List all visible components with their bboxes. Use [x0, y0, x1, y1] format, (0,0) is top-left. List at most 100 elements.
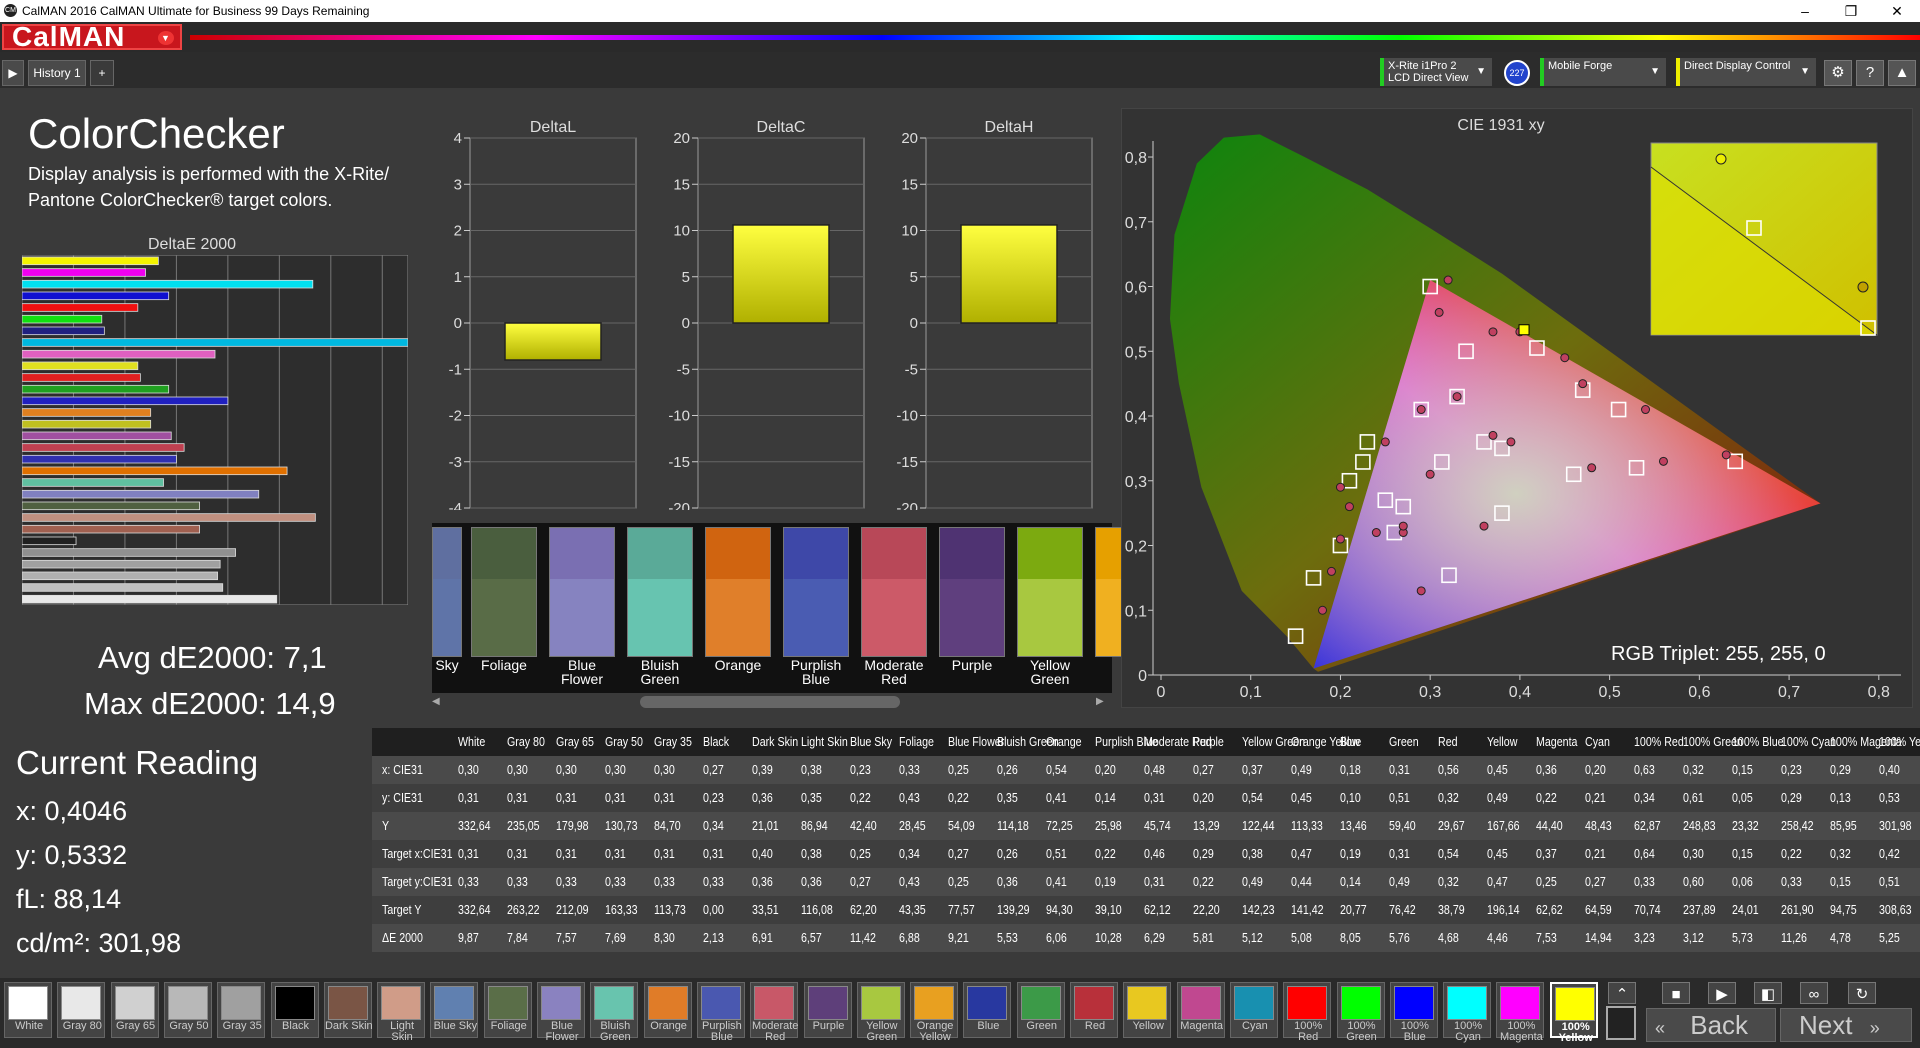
- bottom-swatch-button[interactable]: Yellow: [1123, 982, 1172, 1038]
- bottom-swatch-button[interactable]: Bluish Green: [590, 982, 639, 1043]
- deltal-chart: DeltaL 4 3 2 1 0 -1 -2 -3 -4: [449, 120, 637, 510]
- bottom-swatch-button[interactable]: Purple: [803, 982, 852, 1038]
- bottom-swatch-button[interactable]: Moderate Red: [750, 982, 798, 1043]
- table-cell: 43,35: [899, 902, 926, 917]
- table-cell: 263,22: [507, 902, 540, 917]
- gear-icon[interactable]: ⚙: [1824, 60, 1852, 86]
- help-icon[interactable]: ?: [1856, 60, 1884, 86]
- stop-icon[interactable]: ■: [1662, 982, 1690, 1004]
- bottom-swatch-button[interactable]: Magenta: [1176, 982, 1225, 1038]
- swatch[interactable]: [705, 527, 771, 657]
- bottom-swatch-button[interactable]: 100% Magenta: [1496, 982, 1545, 1043]
- table-cell: 22,20: [1193, 902, 1220, 917]
- back-button[interactable]: « Back: [1646, 1008, 1776, 1042]
- bar: [22, 326, 105, 336]
- bottom-swatch-button[interactable]: Cyan: [1229, 982, 1278, 1038]
- table-cell: 5,76: [1389, 930, 1410, 945]
- bottom-swatch-button[interactable]: Gray 80: [57, 982, 106, 1038]
- reading-fl: fL: 88,14: [16, 884, 122, 914]
- mini-chart-title: DeltaH: [985, 120, 1034, 136]
- bottom-swatch-button[interactable]: Orange: [643, 982, 692, 1038]
- tab-history-1[interactable]: History 1: [28, 60, 86, 86]
- table-cell: 0,47: [1291, 846, 1312, 861]
- bottom-swatch-button[interactable]: Black: [270, 982, 319, 1038]
- table-cell: 0,18: [1340, 762, 1361, 777]
- swatch[interactable]: [549, 527, 615, 657]
- meter-selector[interactable]: X-Rite i1Pro 2 LCD Direct View ▼: [1380, 58, 1492, 86]
- swatch[interactable]: [783, 527, 849, 657]
- table-cell: 0,48: [1144, 762, 1165, 777]
- scroll-left-icon[interactable]: ◀: [432, 696, 446, 708]
- close-button[interactable]: ✕: [1874, 0, 1920, 22]
- bottom-swatch-button[interactable]: 100% Red: [1283, 982, 1332, 1043]
- source-selector[interactable]: Mobile Forge ▼: [1540, 58, 1666, 86]
- swatch-color: [1180, 986, 1221, 1020]
- meter-badge[interactable]: 227: [1504, 60, 1530, 86]
- bottom-swatch-button[interactable]: Purplish Blue: [696, 982, 745, 1043]
- y-tick-label: 0: [1138, 668, 1147, 685]
- bottom-swatch-button[interactable]: Blue Flower: [537, 982, 585, 1043]
- collapse-icon[interactable]: ▲: [1888, 60, 1916, 86]
- table-cell: 0,35: [997, 790, 1018, 805]
- swatch[interactable]: [432, 527, 462, 657]
- scroll-thumb[interactable]: [640, 696, 900, 708]
- bottom-swatch-button[interactable]: Yellow Green: [856, 982, 905, 1043]
- table-cell: 0,38: [801, 846, 822, 861]
- scroll-right-icon[interactable]: ▶: [1096, 696, 1110, 708]
- brand-menu-button[interactable]: CalMAN ▼: [2, 23, 182, 51]
- stop-measure-button[interactable]: [1606, 1006, 1636, 1040]
- swatch[interactable]: [627, 527, 693, 657]
- bottom-swatch-button[interactable]: 100% Cyan: [1443, 982, 1492, 1043]
- swatch-label: Gray 50: [169, 1020, 209, 1032]
- bottom-swatch-button[interactable]: Orange Yellow: [910, 982, 959, 1043]
- table-cell: 179,98: [556, 818, 589, 833]
- column-header: Red: [1438, 734, 1458, 749]
- swatch-color: [807, 986, 848, 1020]
- swatch-label: Bluish Green: [640, 657, 680, 687]
- table-cell: 0,34: [1634, 790, 1655, 805]
- table-cell: 0,19: [1095, 874, 1116, 889]
- bottom-swatch-button[interactable]: Red: [1070, 982, 1118, 1038]
- bottom-swatch-button[interactable]: Blue: [963, 982, 1012, 1038]
- table-cell: 0,39: [752, 762, 773, 777]
- bottom-swatch-button[interactable]: 100% Green: [1336, 982, 1385, 1043]
- save-icon[interactable]: ◧: [1754, 982, 1782, 1004]
- x-tick-label: 0,4: [1509, 684, 1531, 701]
- bottom-swatch-button[interactable]: Gray 35: [217, 982, 266, 1038]
- bottom-swatch-button[interactable]: Gray 65: [110, 982, 159, 1038]
- next-button[interactable]: Next »: [1780, 1008, 1912, 1042]
- play-icon[interactable]: ▶: [1708, 982, 1736, 1004]
- table-cell: 0,35: [801, 790, 822, 805]
- scroll-up-icon[interactable]: ⌃: [1608, 982, 1636, 1004]
- bottom-swatch-button[interactable]: Light Skin: [377, 982, 426, 1043]
- swatch[interactable]: [1017, 527, 1083, 657]
- swatch-scrollbar[interactable]: ◀ ▶: [432, 693, 1112, 711]
- add-tab-button[interactable]: +: [90, 60, 114, 86]
- bottom-swatch-button[interactable]: 100% Yellow: [1549, 982, 1598, 1044]
- bottom-swatch-button[interactable]: Foliage: [483, 982, 532, 1038]
- play-icon[interactable]: ▶: [2, 60, 24, 86]
- bar: [22, 548, 236, 557]
- table-cell: 0,29: [1830, 762, 1851, 777]
- display-selector[interactable]: Direct Display Control ▼: [1676, 58, 1816, 86]
- swatch[interactable]: [471, 527, 537, 657]
- minimize-button[interactable]: –: [1782, 0, 1828, 22]
- bottom-swatch-button[interactable]: Blue Sky: [430, 982, 479, 1038]
- table-cell: 139,29: [997, 902, 1030, 917]
- bottom-swatch-button[interactable]: Green: [1016, 982, 1065, 1038]
- bottom-swatch-button[interactable]: 100% Blue: [1389, 982, 1438, 1043]
- table-cell: 0,60: [1683, 874, 1704, 889]
- y-tick-label: -4: [449, 500, 462, 510]
- bottom-swatch-button[interactable]: Gray 50: [163, 982, 212, 1038]
- bottom-swatch-button[interactable]: White: [4, 982, 52, 1038]
- table-cell: 33,51: [752, 902, 779, 917]
- swatch[interactable]: [939, 527, 1005, 657]
- table-cell: 0,34: [899, 846, 920, 861]
- loop-icon[interactable]: ∞: [1800, 982, 1828, 1004]
- maximize-button[interactable]: ❐: [1828, 0, 1874, 22]
- swatch[interactable]: [861, 527, 927, 657]
- table-cell: 62,20: [850, 902, 877, 917]
- refresh-icon[interactable]: ↻: [1848, 982, 1876, 1004]
- bottom-swatch-button[interactable]: Dark Skin: [323, 982, 373, 1038]
- column-header: Magenta: [1536, 734, 1578, 749]
